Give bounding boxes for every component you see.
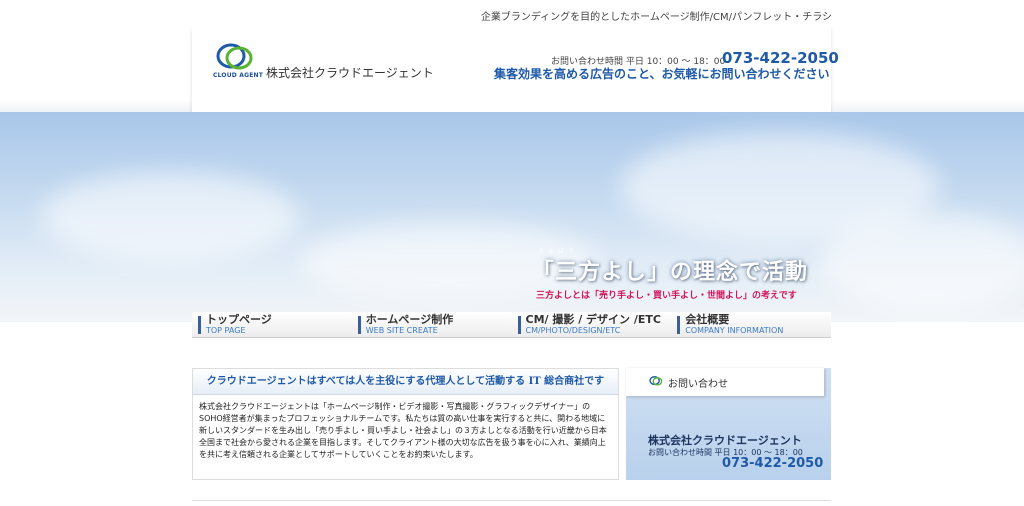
cloud-agent-logo-icon — [649, 376, 663, 386]
intro-heading: クラウドエージェントはすべては人を主役にする代理人として活動する IT 総合商社… — [193, 369, 618, 395]
nav-sublabel: WEB SITE CREATE — [365, 326, 438, 335]
nav-item-cm-photo[interactable]: CM/ 撮影 / デザイン /ETC CM/PHOTO/DESIGN/ETC — [512, 312, 672, 337]
intro-body: 株式会社クラウドエージェントは「ホームページ制作・ビデオ撮影・写真撮影・グラフィ… — [199, 402, 607, 459]
intro-panel: クラウドエージェントはすべては人を主役にする代理人として活動する IT 総合商社… — [192, 368, 619, 480]
main-nav: トップページ TOP PAGE ホームページ制作 WEB SITE CREATE… — [192, 312, 831, 338]
hero-banner: さんぽう 「三方よし」の理念で活動 三方よしとは「売り手よし・買い手よし・世間よ… — [0, 112, 1024, 322]
hero-title: 「三方よし」の理念で活動 — [532, 259, 809, 285]
cloud-shape — [820, 212, 1024, 312]
contact-panel-title: お問い合わせ — [668, 379, 728, 390]
nav-label: トップページ — [206, 313, 272, 326]
nav-label: CM/ 撮影 / デザイン /ETC — [525, 313, 661, 326]
nav-item-top[interactable]: トップページ TOP PAGE — [192, 312, 352, 337]
company-name[interactable]: 株式会社クラウドエージェント — [266, 64, 434, 81]
contact-panel[interactable]: お問い合わせ 株式会社クラウドエージェント お問い合わせ時間 平日 10：00 … — [626, 368, 831, 480]
logo-text: CLOUD AGENT — [213, 72, 264, 79]
contact-company: 株式会社クラウドエージェント — [648, 434, 802, 447]
nav-label: ホームページ制作 — [365, 313, 454, 326]
content-divider — [192, 500, 831, 506]
nav-sublabel: TOP PAGE — [206, 326, 246, 335]
hero-subtitle: 三方よしとは「売り手よし・買い手よし・世間よし」の考えです — [536, 291, 797, 301]
nav-item-website[interactable]: ホームページ制作 WEB SITE CREATE — [352, 312, 512, 337]
nav-item-company[interactable]: 会社概要 COMPANY INFORMATION — [671, 312, 831, 337]
cloud-shape — [40, 172, 300, 262]
contact-panel-header[interactable]: お問い合わせ — [626, 368, 824, 396]
nav-sublabel: COMPANY INFORMATION — [685, 326, 784, 335]
header-slogan: 集客効果を高める広告のこと、お気軽にお問い合わせください — [494, 67, 830, 81]
nav-sublabel: CM/PHOTO/DESIGN/ETC — [525, 326, 621, 335]
nav-label: 会社概要 — [685, 313, 730, 326]
header-tagline: 企業ブランディングを目的としたホームページ制作/CM/パンフレット・チラシ — [480, 12, 832, 23]
contact-phone[interactable]: 073-422-2050 — [722, 456, 823, 471]
